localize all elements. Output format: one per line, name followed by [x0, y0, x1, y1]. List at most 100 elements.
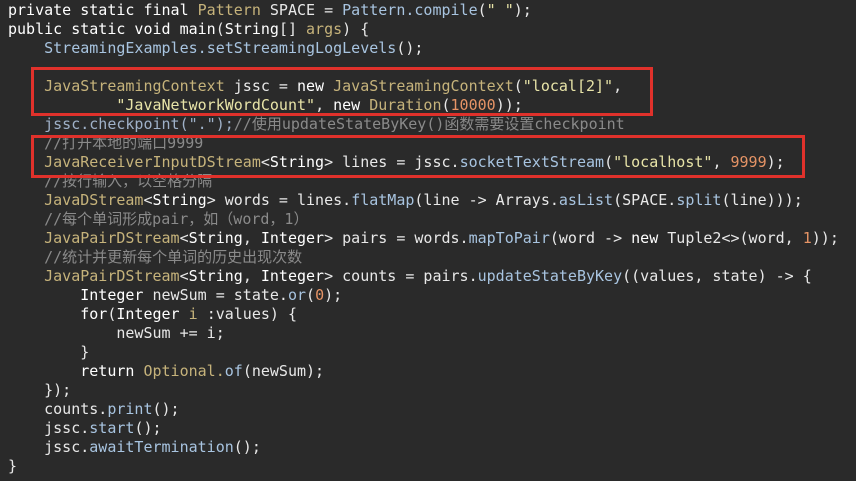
code-token: " " — [486, 1, 514, 19]
code-line: private static final Pattern SPACE = Pat… — [8, 1, 532, 20]
code-token: , — [242, 267, 261, 285]
code-token: )); — [811, 229, 839, 247]
code-token: , — [242, 229, 261, 247]
code-line: public static void main(String[] args) { — [8, 20, 369, 39]
code-line: JavaPairDStream<String, Integer> counts … — [8, 267, 812, 286]
code-token: ("."); — [179, 115, 234, 133]
code-line: JavaPairDStream<String, Integer> pairs =… — [8, 229, 839, 248]
code-token: String — [224, 20, 279, 38]
code-token: SPACE = — [269, 1, 343, 19]
code-token: (); — [396, 39, 424, 57]
code-token: mapToPair — [468, 229, 550, 247]
code-token: < — [143, 191, 153, 209]
code-token: (); — [233, 438, 261, 456]
code-token: (); — [152, 400, 180, 418]
code-token: asList — [558, 191, 614, 209]
code-token: 0 — [315, 286, 325, 304]
code-token: Integer — [260, 229, 325, 247]
code-token: < — [179, 229, 189, 247]
code-token: } — [8, 343, 90, 361]
code-token: Pattern.compile — [342, 1, 478, 19]
code-token: for — [8, 305, 108, 323]
code-token: args — [306, 20, 343, 38]
code-token: checkpoint — [89, 115, 180, 133]
code-token: ) { — [342, 20, 370, 38]
code-token: [] — [278, 20, 307, 38]
code-line: Integer newSum = state.or(0); — [8, 286, 342, 305]
code-token: of — [224, 362, 243, 380]
code-line: jssc.checkpoint(".");//使用updateStateByKe… — [8, 115, 625, 134]
code-token: ( — [306, 286, 316, 304]
code-token: JavaDStream — [8, 191, 144, 209]
code-token: Pattern — [197, 1, 270, 19]
code-token: :values) { — [206, 305, 297, 323]
code-token: > words = lines. — [206, 191, 352, 209]
code-line: jssc.awaitTermination(); — [8, 438, 261, 457]
code-line: //统计并更新每个单词的历史出现次数 — [8, 248, 302, 267]
code-token: main — [179, 20, 216, 38]
code-token: String — [188, 267, 243, 285]
code-token: updateStateByKey — [477, 267, 623, 285]
code-token: setStreamingLogLevels — [206, 39, 397, 57]
code-token: print — [107, 400, 153, 418]
code-token: > counts = pairs. — [324, 267, 478, 285]
code-token: (newSum); — [242, 362, 325, 380]
code-token: }); — [8, 381, 72, 399]
code-line: } — [8, 457, 17, 476]
code-token: < — [179, 267, 189, 285]
code-token: } — [8, 457, 18, 475]
code-token: ((values, state) -> { — [622, 267, 812, 285]
code-line: //每个单词形成pair，如（word，1） — [8, 210, 308, 229]
code-token: ( — [477, 1, 487, 19]
code-token: Tuple2<> — [667, 229, 740, 247]
code-token: ); — [324, 286, 343, 304]
code-token: > pairs = words. — [324, 229, 469, 247]
code-token: (word -> — [549, 229, 632, 247]
code-token: Integer — [116, 305, 189, 323]
code-line: StreamingExamples.setStreamingLogLevels(… — [8, 39, 423, 58]
code-token: Integer — [8, 286, 153, 304]
code-token: counts. — [8, 400, 108, 418]
code-token: String — [188, 229, 243, 247]
code-token: ); — [513, 1, 532, 19]
code-token: //统计并更新每个单词的历史出现次数 — [8, 248, 303, 266]
code-line: counts.print(); — [8, 400, 180, 419]
code-token: StreamingExamples. — [8, 39, 207, 57]
code-token: 1 — [802, 229, 812, 247]
code-line: for(Integer i :values) { — [8, 305, 297, 324]
highlight-box-streaming-context — [31, 67, 653, 116]
code-token: String — [152, 191, 207, 209]
code-token: new — [631, 229, 668, 247]
highlight-box-socket-stream — [31, 135, 805, 178]
code-token: newSum += i; — [8, 324, 225, 342]
code-token: public static void — [8, 20, 180, 38]
code-line: newSum += i; — [8, 324, 225, 343]
code-token: jssc. — [8, 438, 90, 456]
code-token: (); — [134, 419, 162, 437]
code-token: jssc. — [8, 419, 90, 437]
code-editor[interactable]: private static final Pattern SPACE = Pat… — [0, 0, 856, 481]
code-line: JavaDStream<String> words = lines.flatMa… — [8, 191, 803, 210]
code-token: flatMap — [351, 191, 415, 209]
code-token: (line -> Arrays. — [414, 191, 559, 209]
code-token: private static final — [8, 1, 198, 19]
code-token: (line))); — [721, 191, 803, 209]
code-token: jssc. — [8, 115, 90, 133]
code-token: JavaPairDStream — [8, 229, 180, 247]
code-token: Optional. — [143, 362, 225, 380]
code-token: (word, — [739, 229, 803, 247]
code-token: split — [676, 191, 722, 209]
code-token: //每个单词形成pair，如（word，1） — [8, 210, 309, 228]
code-line: return Optional.of(newSum); — [8, 362, 324, 381]
code-token: return — [8, 362, 144, 380]
code-token: (SPACE. — [613, 191, 677, 209]
code-line: } — [8, 343, 89, 362]
code-token: Integer — [260, 267, 325, 285]
code-token: i — [188, 305, 207, 323]
code-token: newSum = state. — [152, 286, 288, 304]
code-token: JavaPairDStream — [8, 267, 180, 285]
code-token: or — [287, 286, 307, 304]
code-token: //使用updateStateByKey()函数需要设置checkpoint — [233, 115, 625, 133]
code-line: }); — [8, 381, 71, 400]
code-token: awaitTermination — [89, 438, 234, 456]
